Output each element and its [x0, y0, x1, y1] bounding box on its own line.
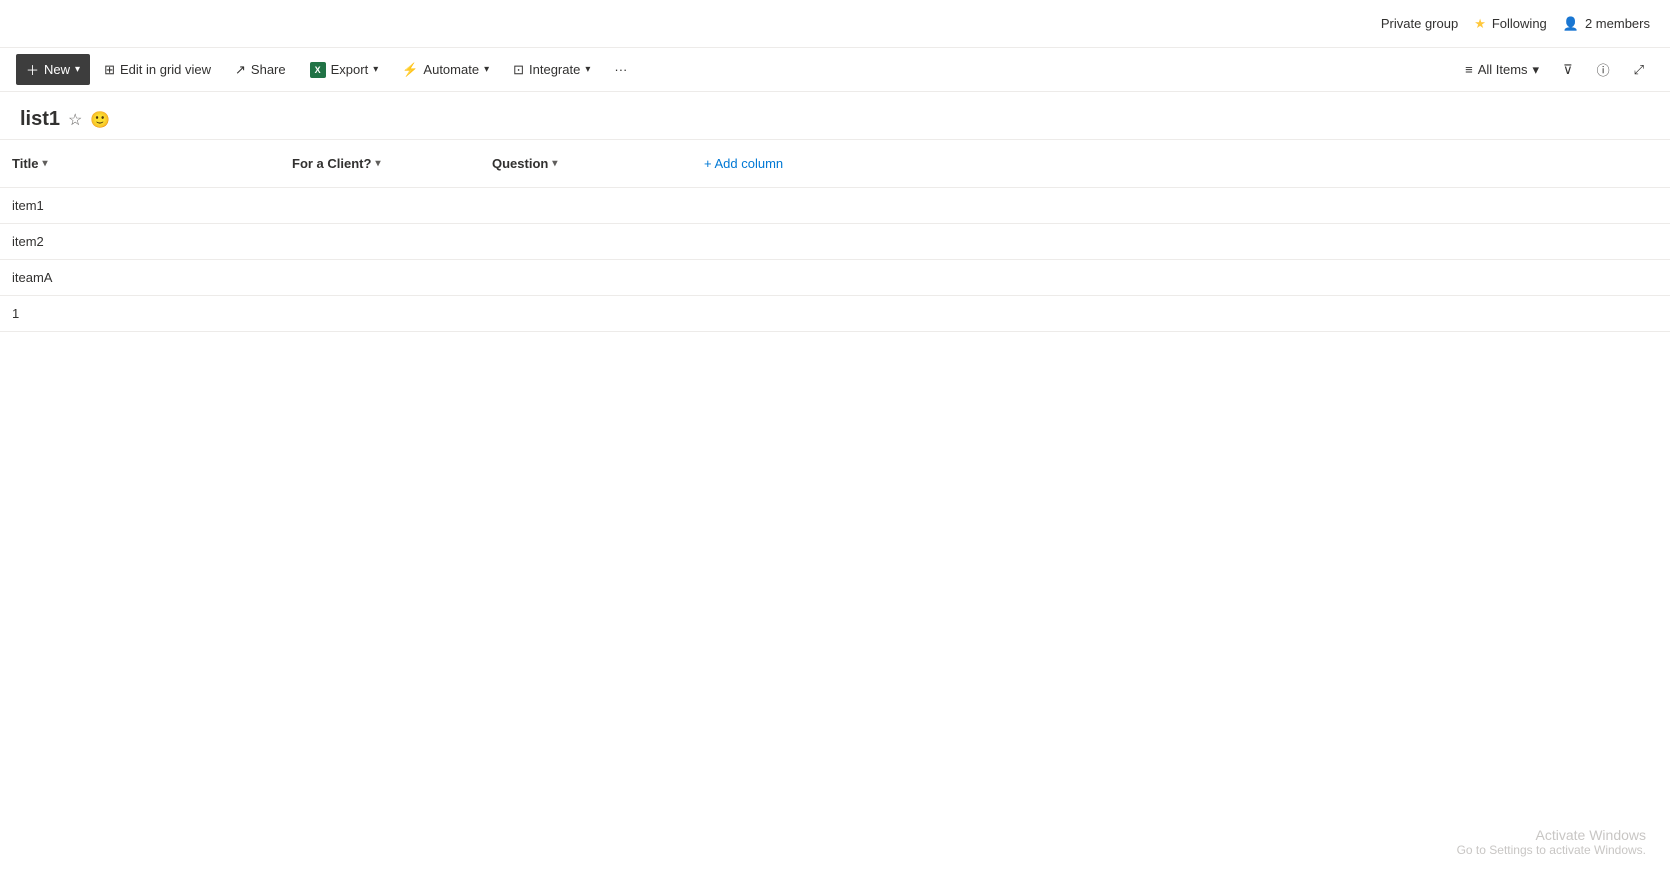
cell-question: [480, 260, 680, 296]
all-items-button[interactable]: ≡ All Items ▾: [1455, 56, 1549, 84]
export-chevron-icon: ▾: [373, 64, 378, 75]
col-question-header[interactable]: Question ▾: [480, 140, 680, 188]
star-icon[interactable]: ★: [1474, 16, 1486, 32]
edit-grid-button[interactable]: ⊞ Edit in grid view: [94, 56, 221, 84]
table-header-row: Title ▾ For a Client? ▾ Question ▾ + Add…: [0, 140, 1670, 188]
members-label: 2 members: [1585, 16, 1650, 31]
title-col-label: Title: [12, 156, 39, 171]
command-bar: ＋ New ▾ ⊞ Edit in grid view ↗ Share X Ex…: [0, 48, 1670, 92]
cell-question: [480, 296, 680, 332]
cell-title: 1: [0, 296, 280, 332]
add-column-button[interactable]: + Add column: [692, 148, 795, 179]
new-button[interactable]: ＋ New ▾: [16, 54, 90, 85]
cell-question: [480, 188, 680, 224]
cell-client: [280, 224, 480, 260]
excel-icon: X: [310, 62, 326, 78]
client-col-label: For a Client?: [292, 156, 371, 171]
plus-icon: ＋: [26, 60, 39, 79]
automate-chevron-icon: ▾: [484, 64, 489, 75]
list-table: Title ▾ For a Client? ▾ Question ▾ + Add…: [0, 139, 1670, 332]
automate-icon: ⚡: [402, 62, 418, 78]
table-row[interactable]: 1: [0, 296, 1670, 332]
filter-button[interactable]: ⊽: [1553, 56, 1583, 84]
cell-extra: [680, 224, 1670, 260]
client-sort-icon: ▾: [375, 158, 380, 169]
cell-client: [280, 296, 480, 332]
activate-line2: Go to Settings to activate Windows.: [1457, 843, 1646, 857]
cell-title: item2: [0, 224, 280, 260]
people-icon: 👤: [1563, 16, 1579, 32]
top-bar: Private group ★ Following 👤 2 members: [0, 0, 1670, 48]
all-items-chevron-icon: ▾: [1533, 62, 1540, 78]
export-button[interactable]: X Export ▾: [300, 56, 389, 84]
favorite-star-icon[interactable]: ☆: [68, 110, 82, 130]
more-label: ···: [614, 62, 627, 77]
col-title-header[interactable]: Title ▾: [0, 140, 280, 188]
table-row[interactable]: iteamA: [0, 260, 1670, 296]
add-column-label: + Add column: [704, 156, 783, 171]
expand-icon: ⤢: [1634, 62, 1644, 78]
cell-client: [280, 260, 480, 296]
more-button[interactable]: ···: [604, 56, 637, 83]
emoji-icon[interactable]: 🙂: [90, 110, 110, 130]
new-chevron-icon: ▾: [75, 64, 80, 75]
activate-line1: Activate Windows: [1457, 827, 1646, 843]
private-group-section: Private group: [1381, 16, 1458, 31]
export-label: Export: [331, 62, 369, 77]
following-section: ★ Following: [1474, 16, 1547, 32]
table-body: item1item2iteamA1: [0, 188, 1670, 332]
edit-grid-label: Edit in grid view: [120, 62, 211, 77]
new-label: New: [44, 62, 70, 77]
title-sort-icon: ▾: [43, 158, 48, 169]
filter-lines-icon: ≡: [1465, 62, 1473, 77]
cell-title: item1: [0, 188, 280, 224]
cell-client: [280, 188, 480, 224]
cell-extra: [680, 260, 1670, 296]
question-col-label: Question: [492, 156, 548, 171]
page-title: list1: [20, 108, 60, 131]
integrate-icon: ⊡: [513, 62, 524, 78]
expand-button[interactable]: ⤢: [1624, 56, 1654, 84]
integrate-chevron-icon: ▾: [585, 64, 590, 75]
members-section: 👤 2 members: [1563, 16, 1650, 32]
all-items-label: All Items: [1478, 62, 1528, 77]
page-header: list1 ☆ 🙂: [0, 92, 1670, 139]
funnel-icon: ⊽: [1563, 62, 1573, 78]
info-icon: ⓘ: [1597, 60, 1610, 79]
share-button[interactable]: ↗ Share: [225, 56, 296, 84]
automate-button[interactable]: ⚡ Automate ▾: [392, 56, 499, 84]
cell-question: [480, 224, 680, 260]
right-commands: ≡ All Items ▾ ⊽ ⓘ ⤢: [1455, 54, 1654, 85]
table-row[interactable]: item2: [0, 224, 1670, 260]
cell-title: iteamA: [0, 260, 280, 296]
following-label: Following: [1492, 16, 1547, 31]
activate-watermark: Activate Windows Go to Settings to activ…: [1457, 827, 1646, 857]
col-client-header[interactable]: For a Client? ▾: [280, 140, 480, 188]
question-sort-icon: ▾: [552, 158, 557, 169]
private-group-label: Private group: [1381, 16, 1458, 31]
integrate-label: Integrate: [529, 62, 580, 77]
share-icon: ↗: [235, 62, 246, 78]
cell-extra: [680, 296, 1670, 332]
info-button[interactable]: ⓘ: [1587, 54, 1620, 85]
table-row[interactable]: item1: [0, 188, 1670, 224]
col-add-header[interactable]: + Add column: [680, 140, 1670, 188]
share-label: Share: [251, 62, 286, 77]
automate-label: Automate: [423, 62, 479, 77]
grid-icon: ⊞: [104, 62, 115, 78]
cell-extra: [680, 188, 1670, 224]
integrate-button[interactable]: ⊡ Integrate ▾: [503, 56, 600, 84]
